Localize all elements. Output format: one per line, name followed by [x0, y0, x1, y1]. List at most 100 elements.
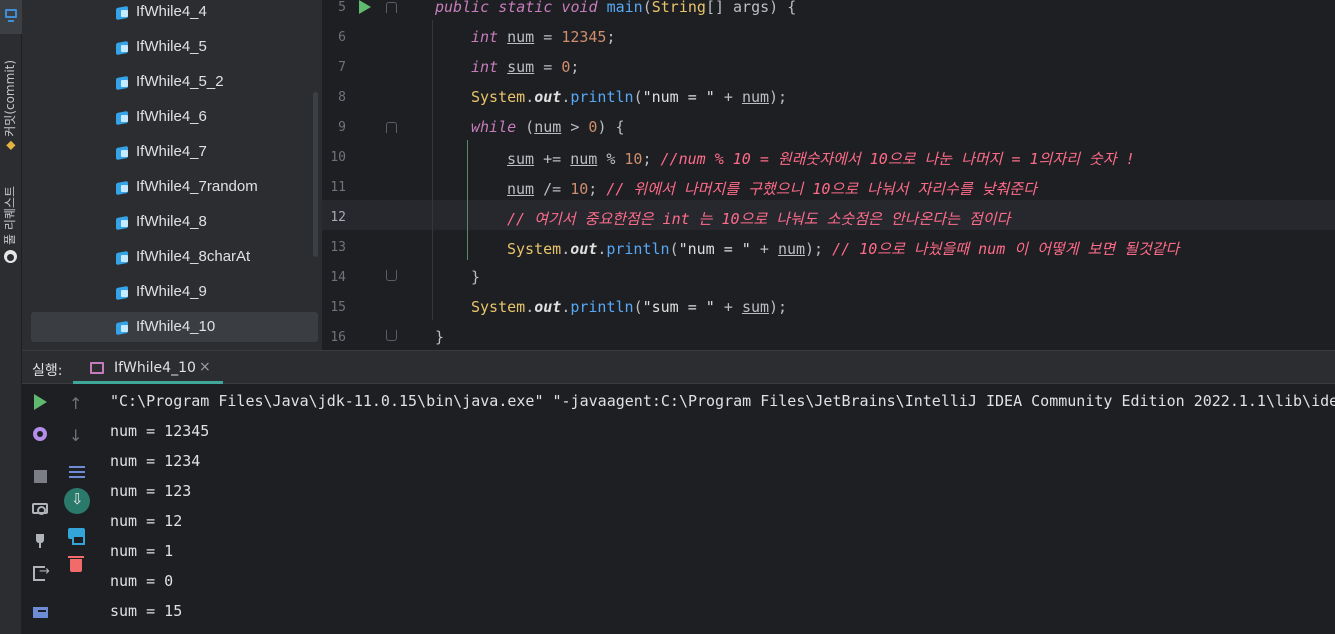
exit-icon: [33, 564, 50, 581]
run-gutter-icon[interactable]: [359, 0, 371, 14]
code-line: System.out.println("sum = " + sum);: [471, 298, 788, 316]
java-class-icon: [115, 285, 130, 301]
run-tab[interactable]: IfWhile4_10 ×: [73, 351, 223, 384]
java-class-icon: [115, 320, 130, 336]
tree-item[interactable]: IfWhile4_7random: [31, 172, 318, 202]
run-panel-title: 실행:: [32, 363, 63, 379]
layout-button[interactable]: [28, 599, 52, 623]
console-output[interactable]: "C:\Program Files\Java\jdk-11.0.15\bin\j…: [110, 384, 1335, 634]
tree-item[interactable]: IfWhile4_5: [31, 32, 318, 62]
tree-item-label: IfWhile4_9: [136, 283, 207, 300]
plug-icon: [36, 534, 44, 548]
tree-item-label: IfWhile4_4: [136, 3, 207, 20]
code-line: int sum = 0;: [471, 58, 580, 76]
code-line: num /= 10; // 위에서 나머지를 구했으니 10으로 나눠서 자리수…: [507, 180, 1037, 198]
console-line: num = 123: [110, 482, 192, 500]
run-panel: ↑ ↓ "C:\Program Files\Java\jdk-11.0.15\b…: [22, 384, 1335, 634]
java-class-icon: [115, 250, 130, 266]
print-button[interactable]: [64, 522, 88, 546]
line-number: 7: [338, 60, 346, 75]
attach-debugger-button[interactable]: [28, 529, 52, 553]
rerun-button[interactable]: [28, 390, 52, 414]
layout-icon: [33, 607, 48, 618]
stop-button[interactable]: [28, 464, 52, 488]
code-line: }: [471, 268, 481, 286]
tree-item-label: IfWhile4_10: [136, 318, 216, 335]
line-number: 14: [330, 270, 346, 285]
java-class-icon: [115, 110, 130, 126]
java-class-icon: [115, 180, 130, 196]
console-line: num = 1: [110, 542, 174, 560]
close-icon[interactable]: ×: [199, 359, 211, 375]
tree-item-label: IfWhile4_8: [136, 213, 207, 230]
run-panel-header: 실행: IfWhile4_10 ×: [22, 350, 1335, 384]
trash-icon: [68, 556, 84, 572]
line-number: 15: [330, 300, 346, 315]
code-line: while (num > 0) {: [471, 118, 625, 136]
wrap-icon: [69, 466, 85, 468]
console-line: num = 1234: [110, 452, 201, 470]
line-number: 16: [330, 330, 346, 345]
run-toolbar-right: ↑ ↓: [64, 384, 100, 634]
down-button[interactable]: ↓: [64, 426, 88, 450]
tree-item[interactable]: IfWhile4_7: [31, 137, 318, 167]
java-class-icon: [115, 145, 130, 161]
java-class-icon: [115, 40, 130, 56]
print-icon: [68, 528, 85, 545]
clear-button[interactable]: [64, 554, 88, 578]
tree-item-label: IfWhile4_6: [136, 108, 207, 125]
line-number: 11: [330, 180, 346, 195]
fold-icon[interactable]: [386, 330, 397, 341]
soft-wrap-button[interactable]: [64, 460, 88, 484]
stop-icon: [34, 470, 47, 483]
code-line: System.out.println("num = " + num);: [471, 88, 788, 106]
line-number-current: 12: [330, 210, 346, 225]
settings-button[interactable]: [28, 422, 52, 446]
arrow-down-icon: ↓: [69, 426, 83, 445]
code-line: }: [435, 328, 445, 346]
code-line: // 여기서 중요한점은 int 는 10으로 나눠도 소숫점은 안나온다는 점…: [507, 210, 1011, 228]
run-toolbar-left: [28, 384, 64, 634]
code-line: System.out.println("num = " + num); // 1…: [507, 240, 1180, 258]
fold-icon[interactable]: [386, 2, 397, 13]
tree-item-selected[interactable]: IfWhile4_10: [31, 312, 318, 342]
console-line: sum = 15: [110, 602, 183, 620]
exit-button[interactable]: [28, 562, 52, 586]
indent-guide: [467, 140, 468, 260]
tree-item-label: IfWhile4_5: [136, 38, 207, 55]
tree-scrollbar[interactable]: [313, 92, 318, 257]
tree-item[interactable]: IfWhile4_8charAt: [31, 242, 318, 272]
run-tab-label: IfWhile4_10: [114, 360, 196, 376]
github-icon[interactable]: [4, 250, 17, 263]
dump-threads-button[interactable]: [28, 496, 52, 520]
pull-requests-label: 풀 리퀘스트: [3, 185, 17, 245]
tree-item[interactable]: IfWhile4_8: [31, 207, 318, 237]
code-line: sum += num % 10; //num % 10 = 원래숫자에서 10으…: [507, 150, 1135, 168]
console-line: num = 0: [110, 572, 174, 590]
scroll-to-end-button[interactable]: [64, 488, 90, 514]
line-number: 8: [338, 90, 346, 105]
tree-item[interactable]: IfWhile4_5_2: [31, 67, 318, 97]
up-button[interactable]: ↑: [64, 394, 88, 418]
line-number: 9: [338, 120, 346, 135]
left-tool-strip: ◆커밋(commit) 풀 리퀘스트: [0, 0, 22, 634]
code-editor[interactable]: 5 6 7 8 9 10 11 12 13 14 15 16 public st…: [322, 0, 1335, 350]
indent-guide: [432, 20, 433, 320]
tree-item[interactable]: IfWhile4_4: [31, 0, 318, 27]
tree-item-label: IfWhile4_8charAt: [136, 248, 251, 265]
pull-requests-tool-button[interactable]: 풀 리퀘스트: [1, 45, 18, 245]
run-config-icon: [90, 362, 104, 374]
console-line: num = 12: [110, 512, 183, 530]
fold-icon[interactable]: [386, 122, 397, 133]
tree-item-label: IfWhile4_7random: [136, 178, 258, 195]
tree-item-label: IfWhile4_5_2: [136, 73, 224, 90]
gear-icon: [33, 427, 47, 441]
camera-icon: [32, 503, 48, 515]
project-tree: IfWhile4_4 IfWhile4_5 IfWhile4_5_2 IfWhi…: [22, 0, 322, 350]
play-icon: [34, 394, 47, 410]
fold-icon[interactable]: [386, 270, 397, 281]
code-line: int num = 12345;: [471, 28, 616, 46]
tree-item[interactable]: IfWhile4_9: [31, 277, 318, 307]
tree-item[interactable]: IfWhile4_6: [31, 102, 318, 132]
scroll-end-icon: [64, 488, 90, 514]
